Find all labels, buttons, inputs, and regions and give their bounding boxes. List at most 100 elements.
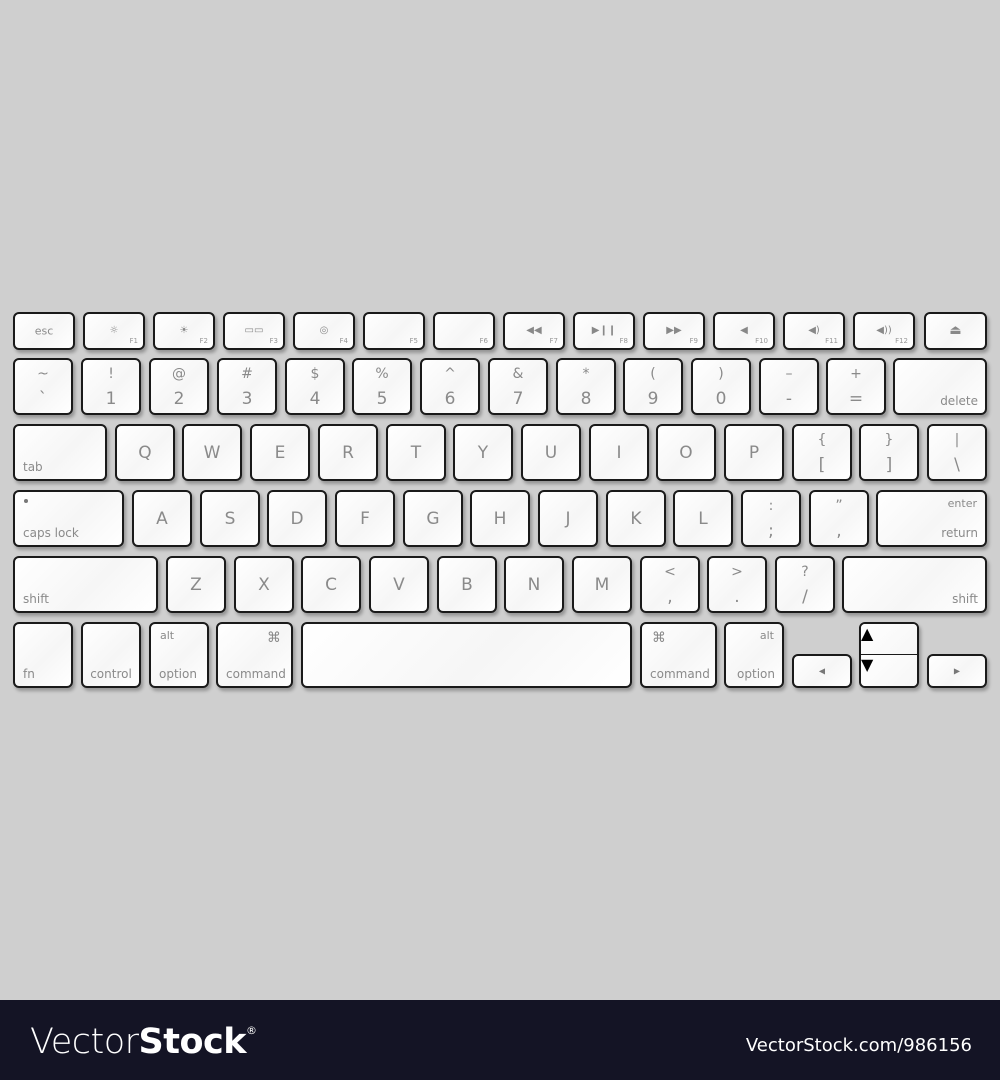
key-symbol: / — [802, 587, 808, 607]
key-p[interactable]: P — [724, 424, 784, 481]
key-bracket-1[interactable]: }] — [859, 424, 919, 481]
key-arrow-right[interactable]: ▶ — [927, 654, 987, 688]
key-f12[interactable]: ◀)) F12 — [853, 312, 915, 350]
key-g[interactable]: G — [403, 490, 463, 547]
key-tab[interactable]: tab — [13, 424, 107, 481]
key-shift-symbol: ! — [108, 366, 114, 382]
key-a[interactable]: A — [132, 490, 192, 547]
key-4[interactable]: $4 — [285, 358, 345, 415]
key-t[interactable]: T — [386, 424, 446, 481]
key-e[interactable]: E — [250, 424, 310, 481]
rewind-icon: ◀◀ — [526, 324, 542, 336]
key-1[interactable]: ! 1 — [81, 358, 141, 415]
key-punct-bottom-2[interactable]: ? / — [775, 556, 835, 613]
key-l[interactable]: L — [673, 490, 733, 547]
key-label-return: return — [941, 526, 978, 540]
key-shift-right[interactable]: shift — [842, 556, 987, 613]
key-letter: C — [325, 574, 337, 595]
key-shift-left[interactable]: shift — [13, 556, 158, 613]
key-esc[interactable]: esc — [13, 312, 75, 350]
key-n[interactable]: N — [504, 556, 564, 613]
key-f6[interactable]: F6 — [433, 312, 495, 350]
key-letter: S — [224, 508, 236, 529]
key-letter: M — [594, 574, 610, 595]
key-minus[interactable]: – - — [759, 358, 819, 415]
key-punct-bottom-1[interactable]: >. — [707, 556, 767, 613]
key-label-command: command — [226, 667, 286, 681]
key-5[interactable]: % 5 — [352, 358, 412, 415]
key-6[interactable]: ^ 6 — [420, 358, 480, 415]
key-i[interactable]: I — [589, 424, 649, 481]
key-fn[interactable]: fn — [13, 622, 73, 688]
key-h[interactable]: H — [470, 490, 530, 547]
key-equals[interactable]: + = — [826, 358, 886, 415]
key-7[interactable]: & 7 — [488, 358, 548, 415]
key-option-right[interactable]: alt option — [724, 622, 784, 688]
key-d[interactable]: D — [267, 490, 327, 547]
key-f5[interactable]: F5 — [363, 312, 425, 350]
key-r[interactable]: R — [318, 424, 378, 481]
key-arrow-down[interactable]: ▼ — [861, 654, 917, 686]
key-z[interactable]: Z — [166, 556, 226, 613]
key-x[interactable]: X — [234, 556, 294, 613]
key-v[interactable]: V — [369, 556, 429, 613]
key-f10[interactable]: ◀ F10 — [713, 312, 775, 350]
key-punct-1[interactable]: ”, — [809, 490, 869, 547]
key-m[interactable]: M — [572, 556, 632, 613]
key-2[interactable]: @2 — [149, 358, 209, 415]
key-9[interactable]: (9 — [623, 358, 683, 415]
key-label: fn — [23, 667, 35, 681]
key-shift-symbol: ” — [835, 498, 843, 514]
key-command-right[interactable]: ⌘ command — [640, 622, 717, 688]
key-3[interactable]: #3 — [217, 358, 277, 415]
key-u[interactable]: U — [521, 424, 581, 481]
key-caps-lock[interactable]: caps lock — [13, 490, 124, 547]
key-return[interactable]: enter return — [876, 490, 987, 547]
key-f2[interactable]: ☀ F2 — [153, 312, 215, 350]
key-arrow-up[interactable]: ▲ — [861, 624, 917, 656]
key-option-left[interactable]: alt option — [149, 622, 209, 688]
key-f4[interactable]: ◎ F4 — [293, 312, 355, 350]
key-punct-bottom-0[interactable]: <, — [640, 556, 700, 613]
key-q[interactable]: Q — [115, 424, 175, 481]
key-letter: B — [461, 574, 473, 595]
key-f9[interactable]: ▶▶ F9 — [643, 312, 705, 350]
key-o[interactable]: O — [656, 424, 716, 481]
key-8[interactable]: * 8 — [556, 358, 616, 415]
key-delete[interactable]: delete — [893, 358, 987, 415]
key-f1[interactable]: ☼ F1 — [83, 312, 145, 350]
key-space[interactable] — [301, 622, 632, 688]
brightness-down-icon: ☼ — [109, 324, 119, 336]
key-k[interactable]: K — [606, 490, 666, 547]
key-b[interactable]: B — [437, 556, 497, 613]
key-f7[interactable]: ◀◀ F7 — [503, 312, 565, 350]
key-letter: O — [679, 442, 693, 463]
key-bracket-2[interactable]: | \ — [927, 424, 987, 481]
key-punct-0[interactable]: :; — [741, 490, 801, 547]
key-symbol: 6 — [444, 389, 456, 409]
key-label-command: command — [650, 667, 710, 681]
key-f[interactable]: F — [335, 490, 395, 547]
key-f8[interactable]: ▶❙❙ F8 — [573, 312, 635, 350]
key-y[interactable]: Y — [453, 424, 513, 481]
key-bracket-0[interactable]: {[ — [792, 424, 852, 481]
key-label: shift — [23, 592, 49, 606]
key-c[interactable]: C — [301, 556, 361, 613]
key-j[interactable]: J — [538, 490, 598, 547]
key-letter: H — [493, 508, 507, 529]
key-arrow-left[interactable]: ◀ — [792, 654, 852, 688]
key-backtick[interactable]: ~ ` — [13, 358, 73, 415]
key-symbol: 1 — [105, 389, 117, 409]
key-w[interactable]: W — [182, 424, 242, 481]
footer-bar: VectorStock® VectorStock.com/986156 — [0, 1000, 1000, 1080]
key-f3[interactable]: ▭▭ F3 — [223, 312, 285, 350]
key-0[interactable]: ) 0 — [691, 358, 751, 415]
volume-down-icon: ◀) — [808, 324, 820, 336]
key-f11[interactable]: ◀) F11 — [783, 312, 845, 350]
key-command-left[interactable]: ⌘ command — [216, 622, 293, 688]
key-symbol: 5 — [376, 389, 388, 409]
key-letter: K — [630, 508, 642, 529]
key-s[interactable]: S — [200, 490, 260, 547]
key-eject[interactable]: ⏏ — [924, 312, 987, 350]
key-control[interactable]: control — [81, 622, 141, 688]
